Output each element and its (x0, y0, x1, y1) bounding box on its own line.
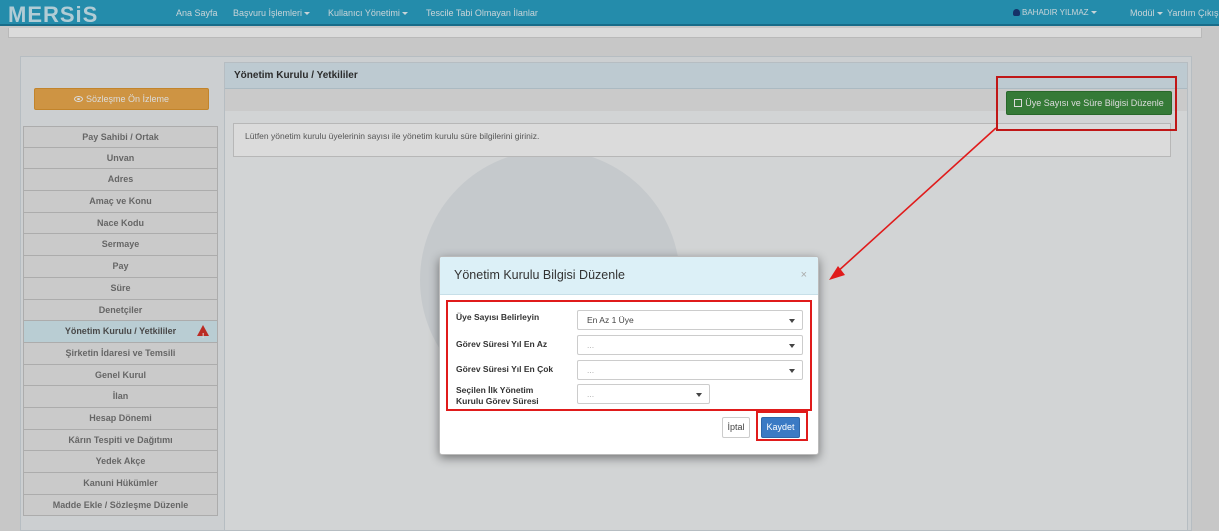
highlight-box-save (756, 411, 808, 441)
modal-header: Yönetim Kurulu Bilgisi Düzenle × (440, 257, 818, 295)
cancel-button[interactable]: İptal (722, 417, 750, 438)
modal-title: Yönetim Kurulu Bilgisi Düzenle (454, 268, 625, 282)
highlight-box-form (446, 300, 812, 411)
close-icon[interactable]: × (801, 257, 807, 293)
